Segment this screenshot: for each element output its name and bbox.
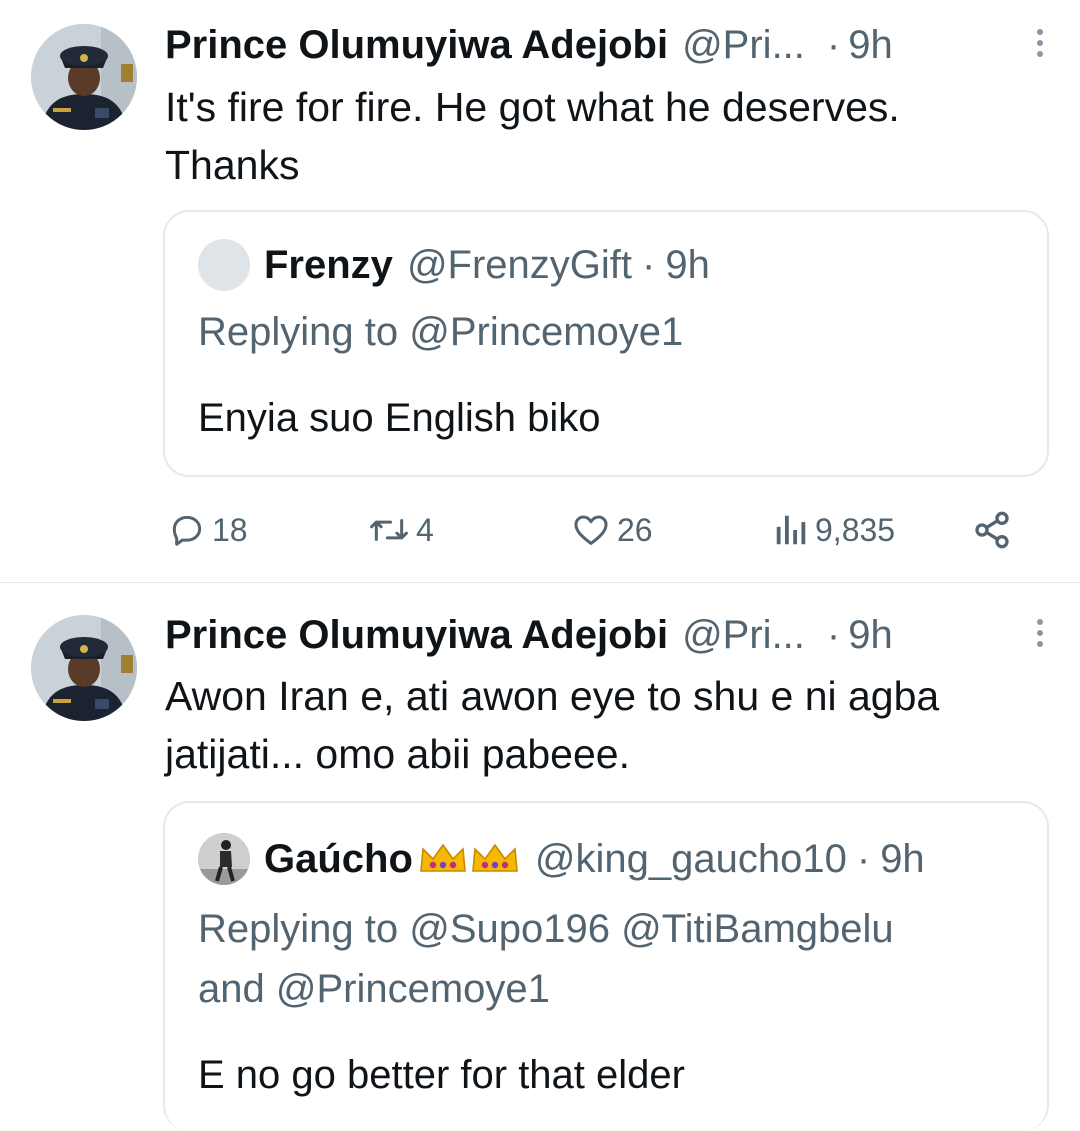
more-vertical-icon[interactable] — [1025, 614, 1055, 656]
repost-icon — [370, 518, 408, 542]
views-count: 9,835 — [815, 511, 896, 548]
quote-timestamp: 9h — [665, 242, 710, 287]
quote-text: E no go better for that elder — [198, 1053, 685, 1097]
quote-author-name: Frenzy — [264, 242, 393, 287]
quote-header: Gaúcho @king_gaucho10 · 9h — [198, 833, 925, 885]
quote-author-handle: @FrenzyGift — [406, 242, 633, 287]
police-officer-avatar-icon — [31, 615, 137, 721]
tweet-text-line: jatijati... omo abii pabeee. — [165, 731, 630, 777]
tweet[interactable]: Prince Olumuyiwa Adejobi @Pri... · 9h Aw… — [0, 583, 1080, 1131]
replying-to-line: Replying to @Supo196 @TitiBamgbelu — [198, 907, 894, 951]
author-handle[interactable]: @Pri... — [682, 23, 805, 68]
quote-author-name: Gaúcho — [264, 836, 413, 881]
repost-count: 4 — [416, 511, 434, 548]
quote-avatar — [198, 239, 250, 291]
crown-icon — [472, 843, 518, 872]
replying-to: Replying to @Supo196 @TitiBamgbelu and @… — [198, 899, 1018, 1019]
share-icon — [975, 511, 1009, 549]
tweet-actions: 18 4 26 9,835 — [0, 505, 1080, 555]
tweet[interactable]: Prince Olumuyiwa Adejobi @Pri... · 9h It… — [0, 0, 1080, 582]
crown-emojis — [417, 839, 521, 879]
quote-avatar — [198, 833, 250, 885]
reply-icon — [172, 515, 202, 546]
timestamp[interactable]: 9h — [848, 23, 893, 68]
repost-button[interactable]: 4 — [368, 505, 434, 555]
tweet-text-line: Awon Iran e, ati awon eye to shu e ni ag… — [165, 673, 940, 719]
police-officer-avatar-icon — [31, 24, 137, 130]
replying-to-line: and @Princemoye1 — [198, 967, 550, 1011]
avatar[interactable] — [31, 24, 137, 130]
tweet-text: Awon Iran e, ati awon eye to shu e ni ag… — [165, 667, 1045, 783]
quote-text: Enyia suo English biko — [198, 396, 601, 440]
quoted-tweet[interactable]: Gaúcho @king_gaucho10 · 9h Replying to @… — [163, 801, 1049, 1131]
replying-to-line: Replying to @Princemoye1 — [198, 310, 684, 354]
author-handle[interactable]: @Pri... — [682, 613, 805, 658]
author-name[interactable]: Prince Olumuyiwa Adejobi — [165, 23, 668, 68]
more-vertical-icon[interactable] — [1025, 24, 1055, 66]
tweet-text-line: It's fire for fire. He got what he deser… — [165, 84, 900, 130]
reply-button[interactable]: 18 — [168, 505, 248, 555]
avatar[interactable] — [31, 615, 137, 721]
tweet-header: Prince Olumuyiwa Adejobi @Pri... · 9h — [165, 20, 1055, 70]
separator-dot: · — [826, 612, 841, 657]
separator-dot: · — [826, 22, 841, 67]
author-name[interactable]: Prince Olumuyiwa Adejobi — [165, 613, 668, 658]
tweet-text: It's fire for fire. He got what he deser… — [165, 78, 1045, 194]
walking-person-avatar-icon — [198, 833, 250, 885]
quote-timestamp: 9h — [880, 836, 925, 881]
quote-separator: · — [856, 836, 871, 881]
crown-icon — [420, 843, 466, 872]
tweet-text-line: Thanks — [165, 142, 300, 188]
share-button[interactable] — [972, 505, 1012, 555]
like-count: 26 — [617, 511, 653, 548]
views-icon — [776, 515, 806, 545]
views-button[interactable]: 9,835 — [773, 505, 895, 555]
timestamp[interactable]: 9h — [848, 613, 893, 658]
quote-header: Frenzy @FrenzyGift · 9h — [198, 239, 710, 291]
heart-icon — [574, 515, 608, 545]
replying-to: Replying to @Princemoye1 — [198, 302, 1018, 362]
reply-count: 18 — [212, 511, 248, 548]
quote-author-handle: @king_gaucho10 — [534, 836, 847, 881]
quote-separator: · — [642, 242, 656, 287]
tweet-header: Prince Olumuyiwa Adejobi @Pri... · 9h — [165, 610, 1055, 660]
quoted-tweet[interactable]: Frenzy @FrenzyGift · 9h Replying to @Pri… — [163, 210, 1049, 477]
like-button[interactable]: 26 — [571, 505, 653, 555]
